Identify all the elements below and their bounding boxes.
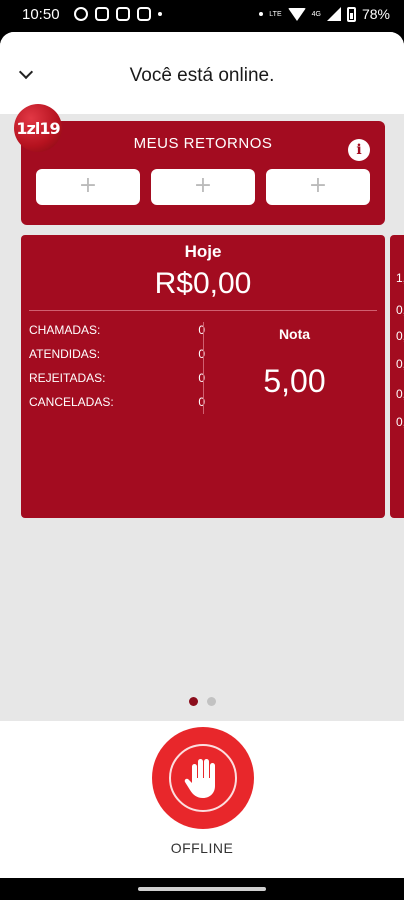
notification-icons bbox=[74, 7, 162, 21]
mail-icon bbox=[137, 7, 151, 21]
offline-label: OFFLINE bbox=[170, 840, 234, 856]
summary-card[interactable]: Hoje R$0,00 CHAMADAS: 0 ATENDIDAS: 0 REJ… bbox=[21, 235, 385, 518]
stat-label: ATENDIDAS: bbox=[29, 347, 101, 361]
stat-label: CHAMADAS: bbox=[29, 323, 101, 337]
next-summary-card[interactable]: 1, 0, 0, 0, 0, 0, bbox=[390, 235, 404, 518]
brand-logo: 1zl19 bbox=[14, 104, 62, 152]
battery-icon bbox=[346, 6, 356, 22]
stat-row: CHAMADAS: 0 bbox=[29, 323, 205, 347]
battery-percent: 78% bbox=[361, 6, 390, 22]
returns-panel: MEUS RETORNOS i + + + bbox=[21, 121, 385, 225]
status-time: 10:50 bbox=[22, 6, 60, 23]
stat-label: REJEITADAS: bbox=[29, 371, 106, 385]
period-label: Hoje bbox=[184, 242, 222, 261]
stat-row: CANCELADAS: 0 bbox=[29, 395, 205, 419]
more-notifications-icon bbox=[158, 12, 162, 16]
add-return-button[interactable]: + bbox=[151, 169, 255, 205]
peek-value: 0, bbox=[396, 329, 404, 343]
earnings-amount: R$0,00 bbox=[154, 267, 252, 300]
rating-value: 5,00 bbox=[263, 363, 326, 399]
stats-list: CHAMADAS: 0 ATENDIDAS: 0 REJEITADAS: 0 C… bbox=[29, 323, 205, 419]
system-icons: LTE 4G 78% bbox=[259, 6, 390, 22]
dot-icon bbox=[259, 12, 264, 16]
page-title: Você está online. bbox=[129, 65, 275, 86]
status-bar: 10:50 LTE 4G 78% bbox=[0, 0, 404, 32]
return-slots: + + + bbox=[36, 169, 370, 205]
stat-row: ATENDIDAS: 0 bbox=[29, 347, 205, 371]
info-icon[interactable]: i bbox=[348, 139, 370, 161]
peek-value: 0, bbox=[396, 357, 404, 371]
lte-label: LTE bbox=[269, 10, 282, 18]
peek-value: 0, bbox=[396, 303, 404, 317]
add-return-button[interactable]: + bbox=[36, 169, 140, 205]
system-nav-bar bbox=[0, 878, 404, 900]
peek-value: 0, bbox=[396, 387, 404, 401]
pager-dot-active[interactable] bbox=[188, 697, 198, 706]
stat-row: REJEITADAS: 0 bbox=[29, 371, 205, 395]
news-icon bbox=[95, 7, 109, 21]
wifi-icon bbox=[287, 7, 306, 21]
peek-value: 1, bbox=[396, 271, 404, 285]
home-gesture-handle[interactable] bbox=[138, 887, 266, 891]
sheet-header: Você está online. bbox=[0, 32, 404, 114]
rating-label: Nota bbox=[278, 326, 311, 342]
hand-stop-icon bbox=[169, 744, 237, 812]
returns-title: MEUS RETORNOS bbox=[133, 135, 273, 152]
signal-icon bbox=[326, 7, 341, 21]
network-label: 4G bbox=[311, 10, 321, 18]
facebook-icon bbox=[116, 7, 130, 21]
whatsapp-icon bbox=[74, 7, 88, 21]
pager-dot[interactable] bbox=[206, 697, 216, 706]
divider bbox=[29, 310, 377, 311]
stat-label: CANCELADAS: bbox=[29, 395, 114, 409]
go-offline-button[interactable] bbox=[152, 727, 254, 829]
peek-value: 0, bbox=[396, 415, 404, 429]
add-return-button[interactable]: + bbox=[266, 169, 370, 205]
pager-indicator bbox=[0, 697, 404, 706]
